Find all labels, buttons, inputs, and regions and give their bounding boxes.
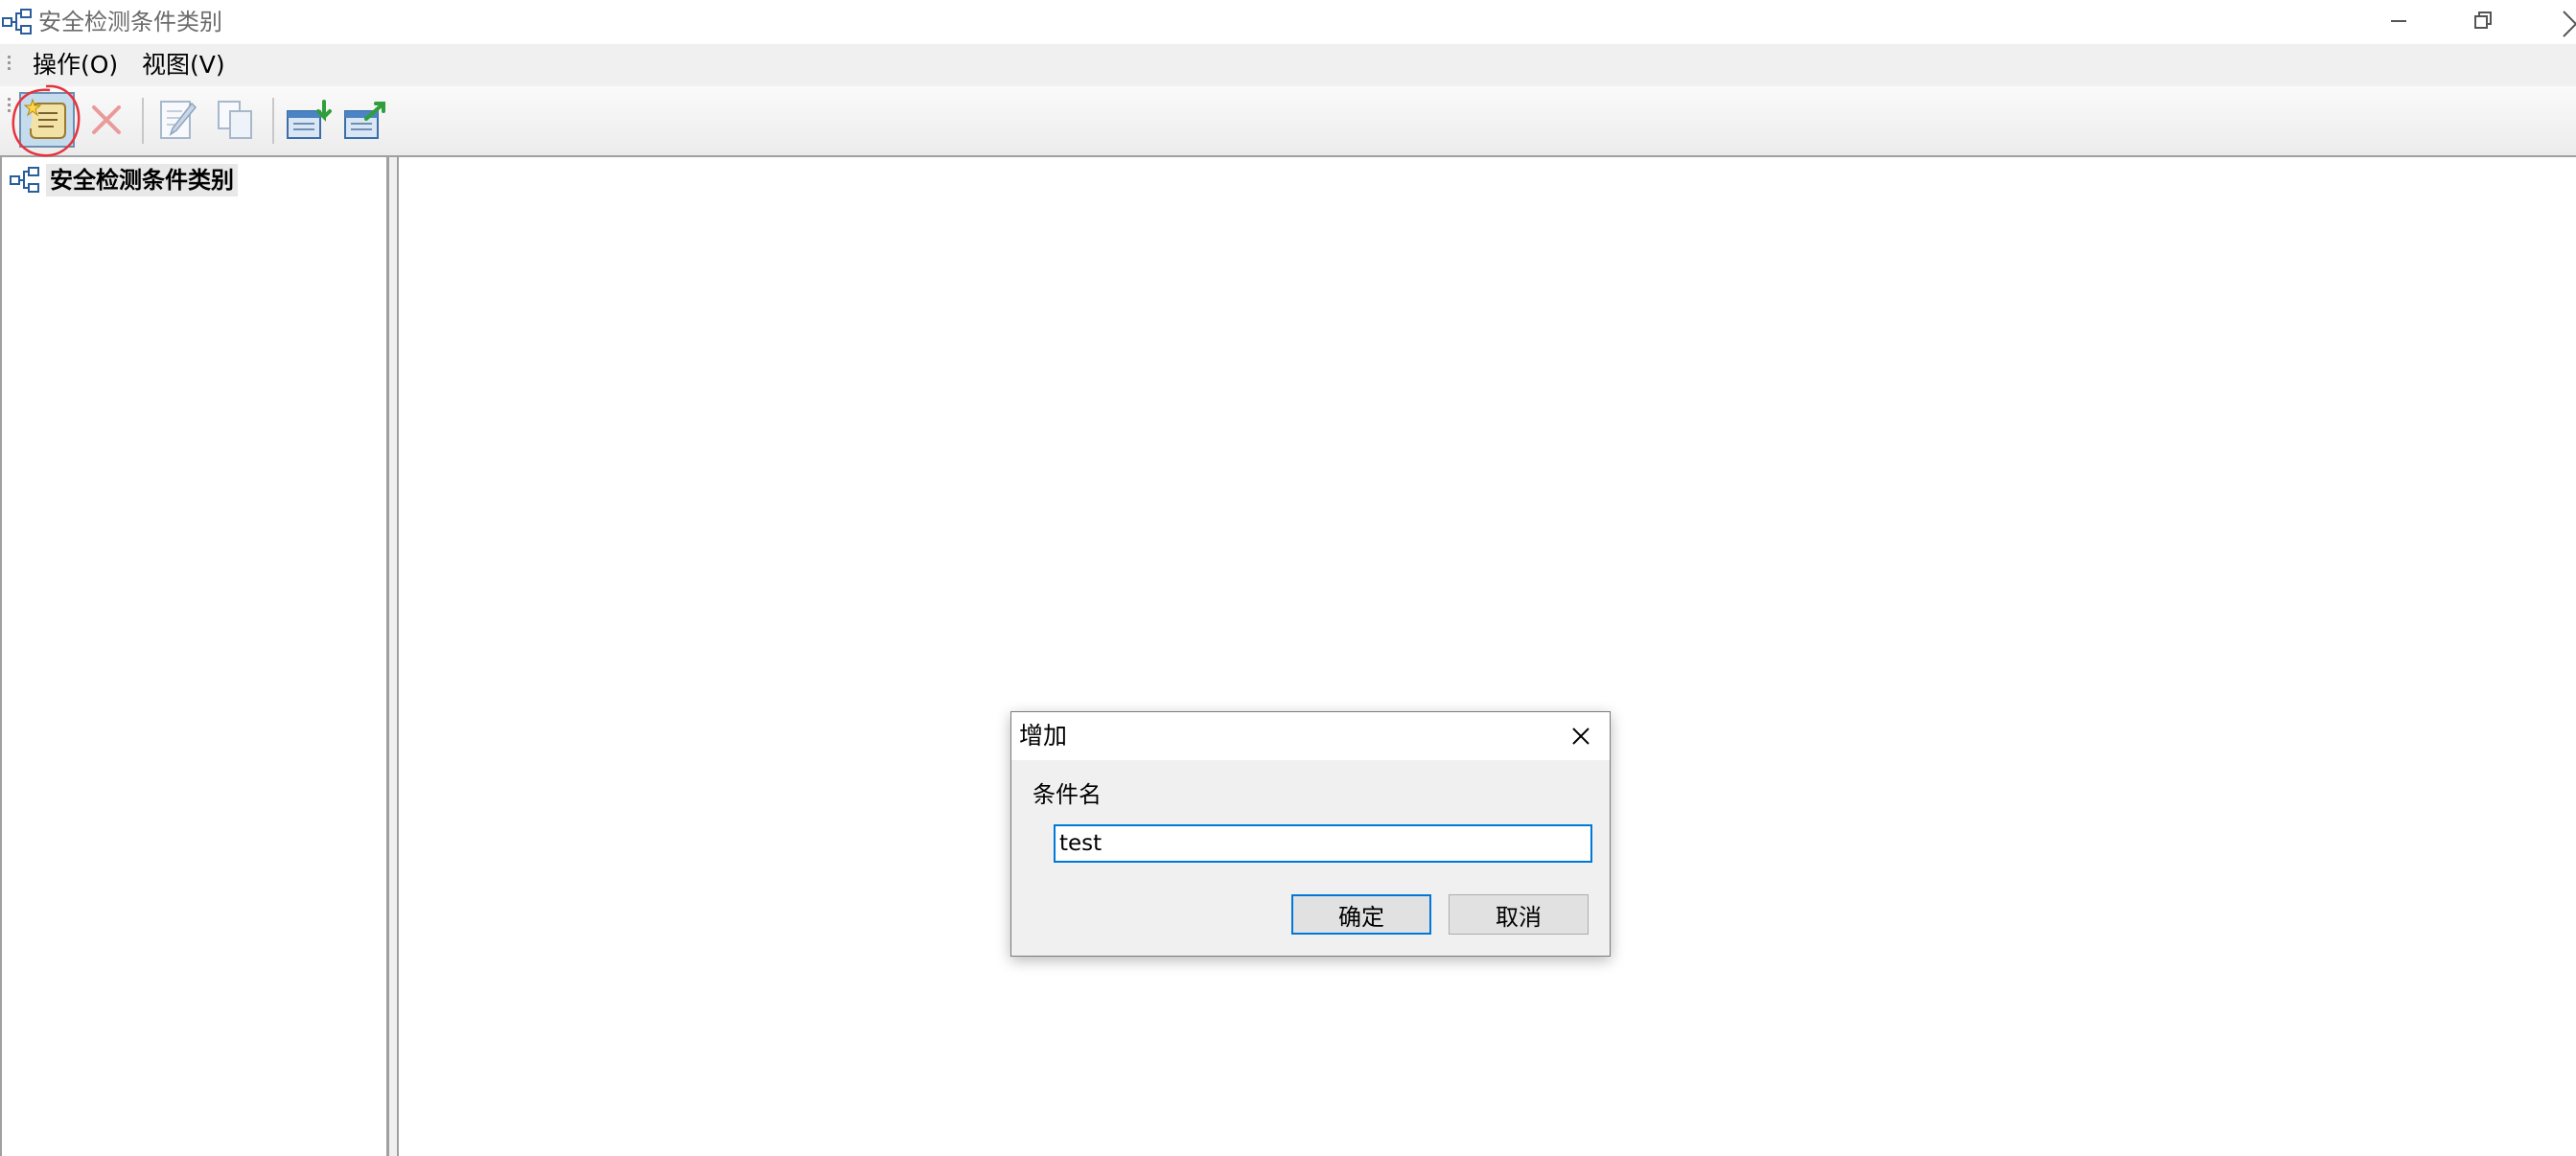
menubar-grip-dot <box>8 67 11 70</box>
edit-button[interactable] <box>150 92 205 148</box>
minimize-icon <box>2391 20 2406 22</box>
window-titlebar: 安全检测条件类别 <box>0 0 2576 44</box>
cancel-button[interactable]: 取消 <box>1449 894 1589 935</box>
menubar-grip[interactable] <box>8 56 11 58</box>
main-content-area <box>399 157 2576 1156</box>
import-icon <box>287 100 332 139</box>
export-icon <box>344 102 385 139</box>
dialog-titlebar[interactable]: 增加 <box>1011 712 1610 760</box>
delete-x-icon <box>92 105 121 134</box>
tree-structure-icon <box>2 9 32 35</box>
close-button[interactable] <box>2531 0 2576 44</box>
minimize-button[interactable] <box>2358 0 2435 44</box>
menu-bar: 操作(O) 视图(V) <box>0 44 2576 86</box>
toolbar-separator <box>272 98 274 144</box>
condition-name-label: 条件名 <box>1033 781 1102 808</box>
delete-button[interactable] <box>79 92 134 148</box>
toolbar-grip-dot <box>8 109 11 112</box>
toolbar-grip[interactable] <box>8 98 11 101</box>
close-icon <box>1572 728 1590 745</box>
toolbar-grip-dot <box>8 104 11 106</box>
dialog-close-button[interactable] <box>1558 718 1604 754</box>
edit-document-icon <box>160 101 197 139</box>
ok-button[interactable]: 确定 <box>1291 894 1431 935</box>
close-icon <box>2563 11 2576 37</box>
copy-documents-icon <box>218 101 252 139</box>
export-button[interactable] <box>337 92 393 148</box>
copy-button[interactable] <box>207 92 263 148</box>
tree-panel: 安全检测条件类别 <box>0 157 389 1156</box>
panel-splitter[interactable] <box>389 157 399 1156</box>
window-title: 安全检测条件类别 <box>38 9 222 35</box>
add-dialog: 增加 条件名 确定 取消 <box>1010 711 1611 957</box>
toolbar-separator <box>142 98 144 144</box>
add-button[interactable] <box>19 92 75 148</box>
import-button[interactable] <box>280 92 336 148</box>
menu-view[interactable]: 视图(V) <box>136 50 231 81</box>
toolbar <box>0 86 2576 157</box>
tree-root-label: 安全检测条件类别 <box>46 164 238 197</box>
restore-button[interactable] <box>2445 0 2521 44</box>
dialog-title: 增加 <box>1019 722 1068 750</box>
menu-operation[interactable]: 操作(O) <box>27 50 124 81</box>
tree-structure-icon <box>10 167 39 193</box>
condition-name-input[interactable] <box>1054 824 1592 863</box>
add-scroll-icon <box>23 98 66 139</box>
tree-root-node[interactable]: 安全检测条件类别 <box>10 163 238 197</box>
restore-icon <box>2474 12 2492 29</box>
menubar-grip-dot <box>8 61 11 64</box>
